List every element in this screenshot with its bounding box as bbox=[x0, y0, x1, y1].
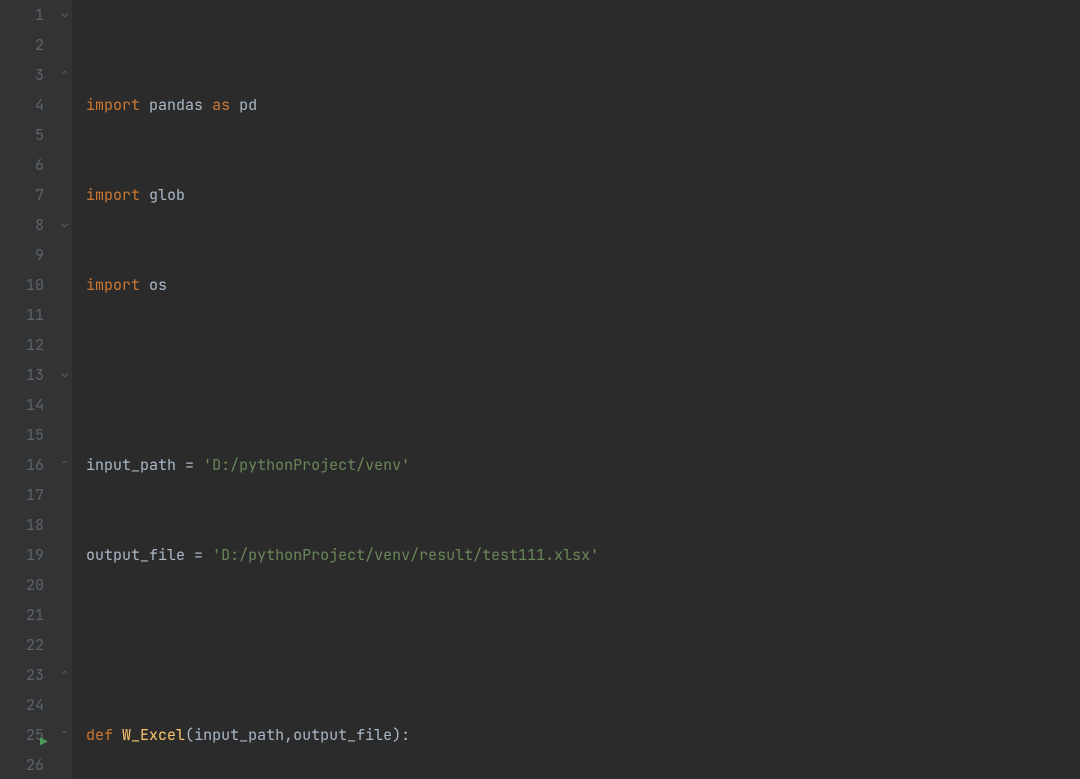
run-gutter-icon[interactable]: ▶ bbox=[40, 727, 48, 757]
fold-close-icon[interactable]: ⌃ bbox=[59, 669, 70, 680]
line-number: 4 bbox=[0, 90, 44, 120]
code-line[interactable]: input_path = 'D:/pythonProject/venv' bbox=[86, 450, 1080, 480]
code-area[interactable]: import pandas as pd import glob import o… bbox=[72, 0, 1080, 779]
string: 'D:/pythonProject/venv/result/test111.xl… bbox=[212, 545, 599, 565]
keyword: def bbox=[86, 725, 113, 745]
line-number-gutter: 1234567891011121314151617181920212223242… bbox=[0, 0, 58, 779]
line-number: 12 bbox=[0, 330, 44, 360]
punct: ( bbox=[185, 725, 194, 745]
identifier: glob bbox=[149, 185, 185, 205]
keyword: import bbox=[86, 275, 140, 295]
parameter: input_path bbox=[194, 725, 284, 745]
line-number: 14 bbox=[0, 390, 44, 420]
string: 'D:/pythonProject/venv' bbox=[203, 455, 410, 475]
parameter: output_file bbox=[293, 725, 392, 745]
fold-open-icon[interactable]: ⌄ bbox=[59, 369, 70, 380]
line-number: 10 bbox=[0, 270, 44, 300]
code-line[interactable]: def W_Excel(input_path,output_file): bbox=[86, 720, 1080, 750]
punct: , bbox=[284, 725, 293, 745]
line-number: 17 bbox=[0, 480, 44, 510]
line-number: 13 bbox=[0, 360, 44, 390]
fold-open-icon[interactable]: ⌄ bbox=[59, 219, 70, 230]
line-number: 2 bbox=[0, 30, 44, 60]
keyword: import bbox=[86, 95, 140, 115]
line-number: 5 bbox=[0, 120, 44, 150]
line-number: 15 bbox=[0, 420, 44, 450]
function-name: W_Excel bbox=[122, 725, 185, 745]
identifier: output_file bbox=[86, 545, 185, 565]
fold-close-icon[interactable]: ⌃ bbox=[59, 459, 70, 470]
fold-column: ▶ ⌄⌃⌄⌄⌃⌃⌃ bbox=[58, 0, 72, 779]
line-number: 11 bbox=[0, 300, 44, 330]
line-number: 19 bbox=[0, 540, 44, 570]
line-number: 20 bbox=[0, 570, 44, 600]
code-editor: 1234567891011121314151617181920212223242… bbox=[0, 0, 1080, 779]
fold-close-icon[interactable]: ⌃ bbox=[59, 69, 70, 80]
operator: = bbox=[194, 545, 203, 565]
keyword: import bbox=[86, 185, 140, 205]
line-number: 25 bbox=[0, 720, 44, 750]
line-number: 23 bbox=[0, 660, 44, 690]
identifier: input_path bbox=[86, 455, 176, 475]
code-line[interactable]: import glob bbox=[86, 180, 1080, 210]
code-line[interactable]: import os bbox=[86, 270, 1080, 300]
fold-close-icon[interactable]: ⌃ bbox=[59, 729, 70, 740]
line-number: 7 bbox=[0, 180, 44, 210]
line-number: 16 bbox=[0, 450, 44, 480]
code-line[interactable] bbox=[86, 630, 1080, 660]
line-number: 18 bbox=[0, 510, 44, 540]
code-line[interactable]: import pandas as pd bbox=[86, 90, 1080, 120]
identifier: pd bbox=[239, 95, 257, 115]
punct: ): bbox=[392, 725, 410, 745]
code-line[interactable]: output_file = 'D:/pythonProject/venv/res… bbox=[86, 540, 1080, 570]
line-number: 22 bbox=[0, 630, 44, 660]
fold-open-icon[interactable]: ⌄ bbox=[59, 9, 70, 20]
line-number: 8 bbox=[0, 210, 44, 240]
line-number: 1 bbox=[0, 0, 44, 30]
keyword: as bbox=[212, 95, 230, 115]
line-number: 24 bbox=[0, 690, 44, 720]
line-number: 9 bbox=[0, 240, 44, 270]
line-number: 21 bbox=[0, 600, 44, 630]
line-number: 6 bbox=[0, 150, 44, 180]
operator: = bbox=[185, 455, 194, 475]
identifier: os bbox=[149, 275, 167, 295]
line-number: 3 bbox=[0, 60, 44, 90]
line-number: 26 bbox=[0, 750, 44, 779]
identifier: pandas bbox=[149, 95, 203, 115]
code-line[interactable] bbox=[86, 360, 1080, 390]
